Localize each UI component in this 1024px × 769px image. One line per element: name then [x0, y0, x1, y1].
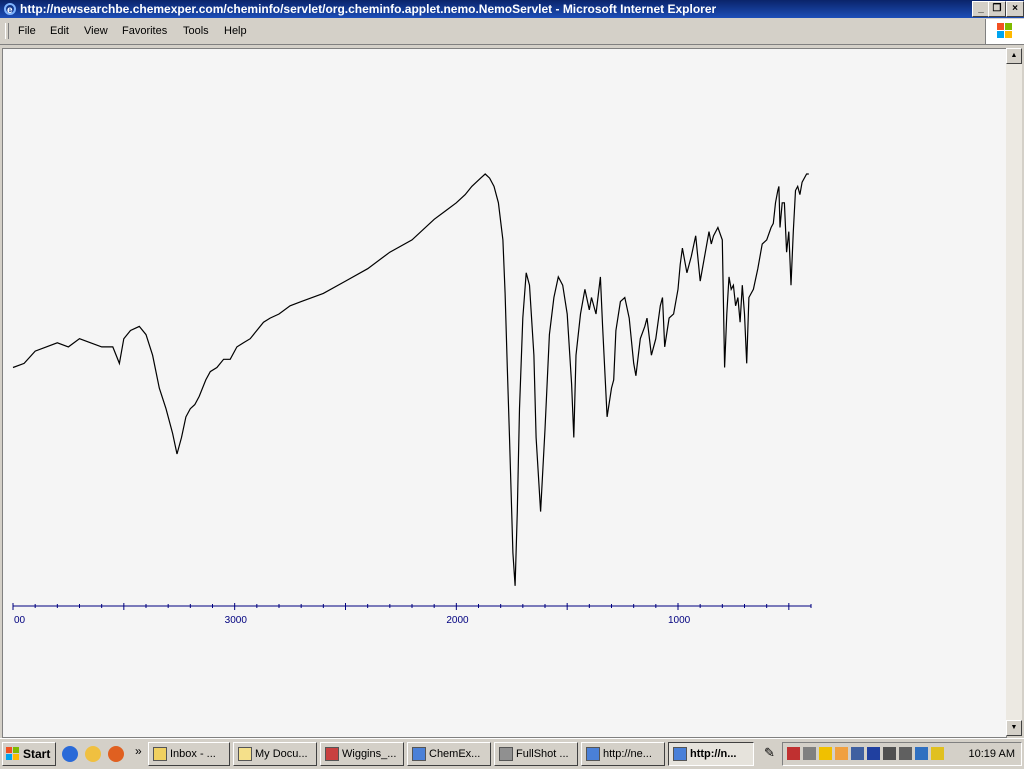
quicklaunch-outlook-icon[interactable]	[85, 746, 101, 762]
ir-spectrum-chart: 00 3000 2000 1000	[12, 173, 812, 626]
start-flag-icon	[6, 747, 19, 760]
pen-icon[interactable]: ✎	[764, 745, 775, 761]
start-button[interactable]: Start	[2, 742, 56, 766]
ie-icon	[412, 747, 426, 761]
scroll-down-button[interactable]: ▼	[1006, 720, 1022, 736]
windows-flag-icon	[997, 23, 1012, 38]
taskbar-button-label: http://ne...	[603, 748, 652, 760]
taskbar-button-label: http://n...	[690, 748, 737, 760]
page-content: 00 3000 2000 1000	[2, 48, 1007, 738]
x-axis-tick-label: 00	[14, 615, 26, 626]
scroll-up-button[interactable]: ▲	[1006, 48, 1022, 64]
taskbar-clock: 10:19 AM	[968, 748, 1015, 760]
tray-display-icon[interactable]	[867, 747, 880, 760]
taskbar-button-label: FullShot ...	[516, 748, 569, 760]
taskbar-button-label: My Docu...	[255, 748, 308, 760]
taskbar-button-label: Inbox - ...	[170, 748, 216, 760]
taskbar-button-fullshot[interactable]: FullShot ...	[494, 742, 578, 766]
maximize-button[interactable]: ❐	[988, 1, 1006, 17]
taskbar-button-http-1[interactable]: http://ne...	[581, 742, 665, 766]
x-axis-tick-label: 3000	[225, 615, 248, 626]
fullshot-icon	[499, 747, 513, 761]
svg-text:e: e	[7, 5, 13, 16]
tray-monitor-icon[interactable]	[851, 747, 864, 760]
taskbar-button-my-documents[interactable]: My Docu...	[233, 742, 317, 766]
tray-speaker-icon[interactable]	[899, 747, 912, 760]
vertical-scrollbar[interactable]: ▲ ▼	[1006, 48, 1022, 736]
folder-icon	[238, 747, 252, 761]
tray-network-icon[interactable]	[803, 747, 816, 760]
menu-file[interactable]: File	[18, 25, 36, 37]
taskbar-button-inbox[interactable]: Inbox - ...	[148, 742, 230, 766]
menu-view[interactable]: View	[84, 25, 108, 37]
menu-tools[interactable]: Tools	[183, 25, 209, 37]
taskbar: Start » Inbox - ... My Docu... Wiggins_.…	[0, 738, 1024, 769]
tray-app-icon[interactable]	[787, 747, 800, 760]
tray-mail-icon[interactable]	[819, 747, 832, 760]
menu-help[interactable]: Help	[224, 25, 247, 37]
ie-icon: e	[4, 3, 16, 16]
tray-connection-icon[interactable]	[915, 747, 928, 760]
taskbar-button-http-active[interactable]: http://n...	[668, 742, 754, 766]
ie-icon	[673, 747, 687, 761]
menu-favorites[interactable]: Favorites	[122, 25, 167, 37]
taskbar-button-label: ChemEx...	[429, 748, 481, 760]
taskbar-button-chemexper[interactable]: ChemEx...	[407, 742, 491, 766]
menu-bar: File Edit View Favorites Tools Help	[0, 19, 1024, 45]
window-title: http://newsearchbe.chemexper.com/cheminf…	[20, 2, 717, 16]
tray-disk-icon[interactable]	[883, 747, 896, 760]
tray-clock-icon[interactable]	[835, 747, 848, 760]
outlook-icon	[153, 747, 167, 761]
quicklaunch-chevron-icon[interactable]: »	[135, 744, 142, 758]
taskbar-button-label: Wiggins_...	[342, 748, 397, 760]
close-button[interactable]: ×	[1006, 1, 1024, 17]
menu-edit[interactable]: Edit	[50, 25, 69, 37]
toolbar-grip[interactable]	[5, 23, 9, 39]
windows-logo	[985, 19, 1024, 44]
start-label: Start	[23, 747, 51, 761]
spectrum-line	[12, 173, 809, 586]
tray-security-icon[interactable]	[931, 747, 944, 760]
x-axis-tick-label: 1000	[668, 615, 691, 626]
taskbar-button-wiggins[interactable]: Wiggins_...	[320, 742, 404, 766]
quicklaunch-firefox-icon[interactable]	[108, 746, 124, 762]
quicklaunch-ie-icon[interactable]	[62, 746, 78, 762]
x-axis-tick-label: 2000	[446, 615, 469, 626]
ie-icon	[586, 747, 600, 761]
system-tray: 10:19 AM	[782, 742, 1022, 766]
document-icon	[325, 747, 339, 761]
title-bar: e http://newsearchbe.chemexper.com/chemi…	[0, 0, 1024, 18]
